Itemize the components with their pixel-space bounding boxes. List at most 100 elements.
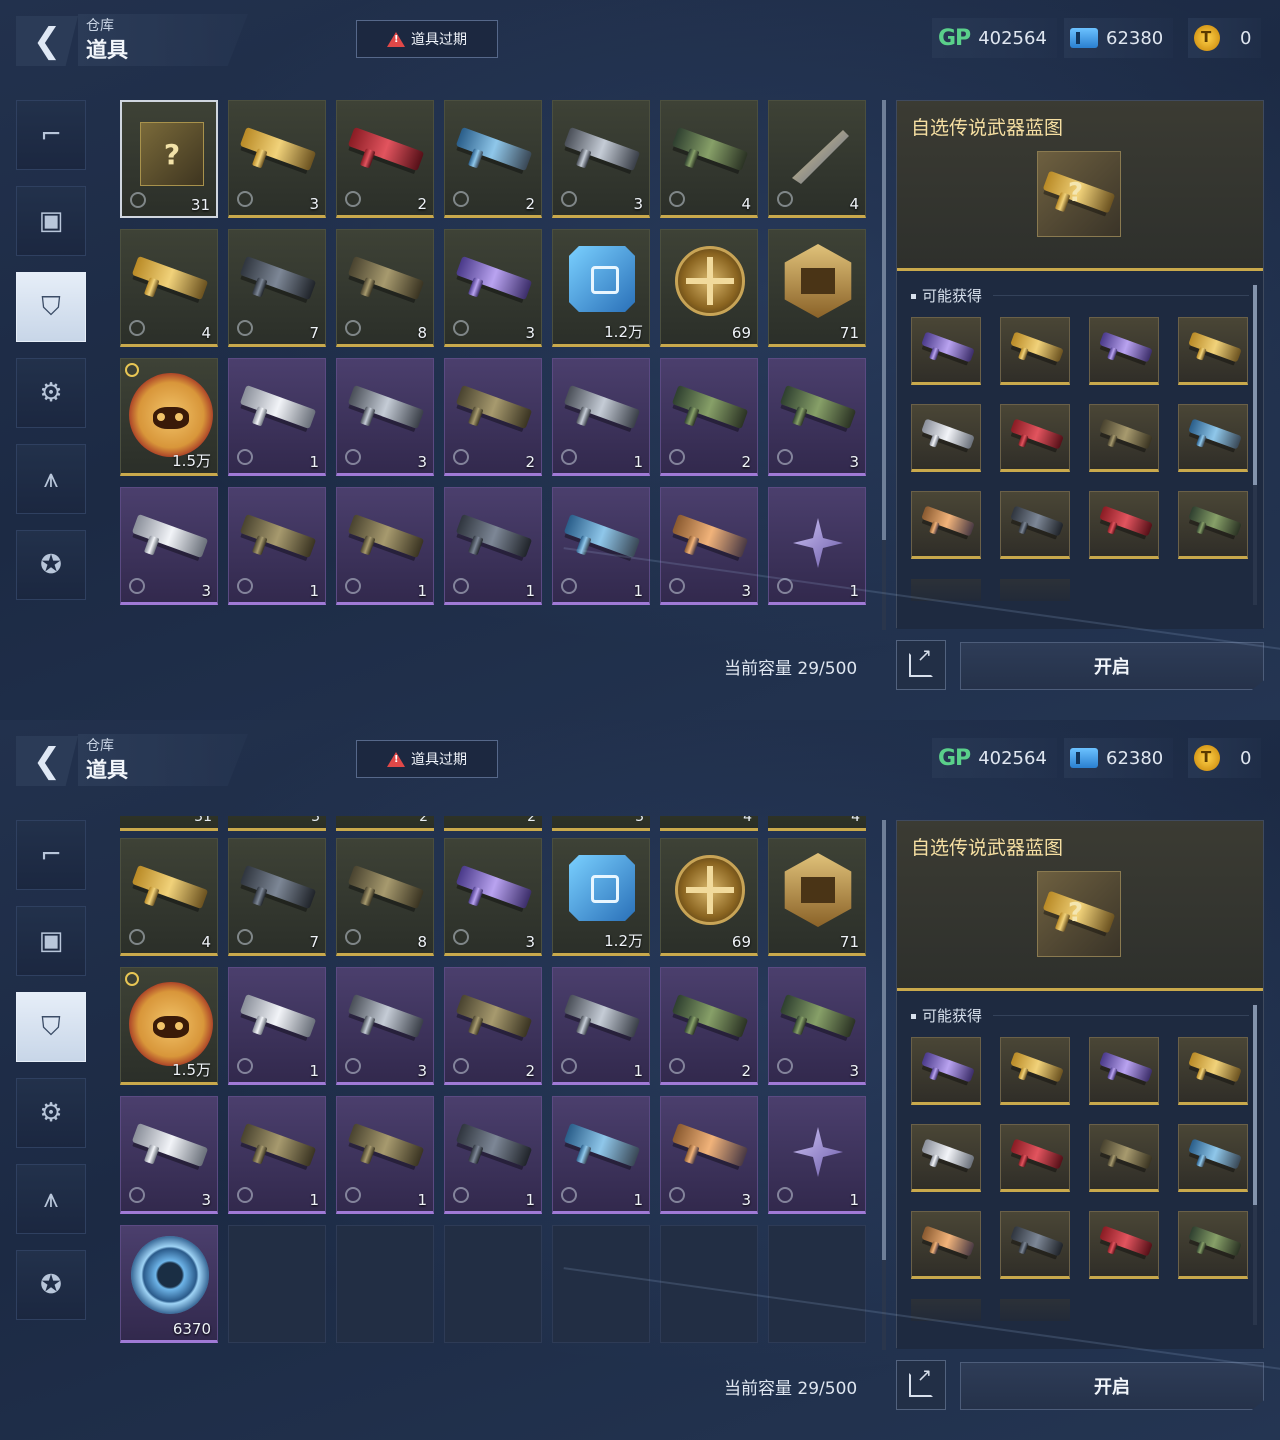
reward-item[interactable] <box>1089 1211 1159 1279</box>
sidebar-tab-4[interactable]: ⚙ <box>16 1078 86 1148</box>
inventory-item[interactable]: 4 <box>768 100 866 218</box>
reward-item[interactable] <box>1178 491 1248 559</box>
sidebar-tab-5[interactable]: ⩚ <box>16 444 86 514</box>
reward-item[interactable] <box>1000 491 1070 559</box>
inventory-item[interactable]: 8 <box>336 838 434 956</box>
inventory-item[interactable]: 71 <box>768 229 866 347</box>
reward-item[interactable] <box>1089 491 1159 559</box>
reward-item[interactable] <box>1089 317 1159 385</box>
inventory-item[interactable]: 69 <box>660 229 758 347</box>
inventory-item-partial[interactable]: 2 <box>444 816 542 831</box>
reward-item[interactable] <box>1178 317 1248 385</box>
reward-item[interactable] <box>1178 404 1248 472</box>
inventory-item[interactable]: 2 <box>660 358 758 476</box>
sidebar-tab-2[interactable]: ▣ <box>16 186 86 256</box>
inventory-item[interactable]: 8 <box>336 229 434 347</box>
inventory-item-partial[interactable]: 3 <box>552 816 650 831</box>
reward-item[interactable] <box>1000 1037 1070 1105</box>
inventory-item[interactable]: 6370 <box>120 1225 218 1343</box>
inventory-item[interactable]: 1 <box>768 487 866 605</box>
inventory-item-partial[interactable]: 2 <box>336 816 434 831</box>
open-button[interactable]: 开启 <box>960 1362 1264 1410</box>
inventory-item-partial[interactable]: 4 <box>768 816 866 831</box>
inventory-item[interactable]: 3 <box>660 487 758 605</box>
inventory-scrollbar[interactable] <box>882 820 886 1350</box>
reward-item[interactable] <box>1178 1037 1248 1105</box>
sidebar-tab-6[interactable]: ✪ <box>16 530 86 600</box>
reward-item[interactable] <box>1000 404 1070 472</box>
inventory-item[interactable]: 1 <box>228 967 326 1085</box>
inventory-item[interactable]: 1 <box>228 1096 326 1214</box>
sidebar-tab-1[interactable]: ⌐ <box>16 100 86 170</box>
inventory-item[interactable]: 3 <box>660 1096 758 1214</box>
inventory-item[interactable]: 3 <box>768 358 866 476</box>
reward-item[interactable] <box>1089 1037 1159 1105</box>
inventory-item[interactable]: 1.2万 <box>552 838 650 956</box>
inventory-item[interactable]: 1 <box>336 487 434 605</box>
sidebar-tab-3[interactable]: ⛉ <box>16 272 86 342</box>
inventory-item[interactable]: ? 31 <box>120 100 218 218</box>
expired-items-button[interactable]: 道具过期 <box>356 740 498 778</box>
reward-item[interactable] <box>911 317 981 385</box>
inventory-item[interactable]: 3 <box>552 100 650 218</box>
inventory-item[interactable]: 1 <box>336 1096 434 1214</box>
inventory-item[interactable]: 3 <box>768 967 866 1085</box>
reward-item[interactable] <box>911 1124 981 1192</box>
inventory-item[interactable]: 1 <box>552 967 650 1085</box>
sidebar-tab-1[interactable]: ⌐ <box>16 820 86 890</box>
rewards-scrollbar[interactable] <box>1253 285 1257 605</box>
reward-item[interactable] <box>911 491 981 559</box>
reward-item[interactable] <box>1000 1124 1070 1192</box>
inventory-item[interactable]: 1 <box>228 358 326 476</box>
inventory-item[interactable]: 1 <box>768 1096 866 1214</box>
inventory-item[interactable]: 1 <box>444 487 542 605</box>
sidebar-tab-6[interactable]: ✪ <box>16 1250 86 1320</box>
inventory-item[interactable]: 1 <box>552 358 650 476</box>
sidebar-tab-4[interactable]: ⚙ <box>16 358 86 428</box>
back-button[interactable]: ❮ <box>16 736 78 786</box>
share-button[interactable] <box>896 1360 946 1410</box>
inventory-item-partial[interactable]: 31 <box>120 816 218 831</box>
sidebar-tab-5[interactable]: ⩚ <box>16 1164 86 1234</box>
inventory-item[interactable]: 4 <box>120 838 218 956</box>
inventory-item[interactable]: 2 <box>336 100 434 218</box>
inventory-item[interactable]: 3 <box>228 100 326 218</box>
inventory-item[interactable]: 71 <box>768 838 866 956</box>
open-button[interactable]: 开启 <box>960 642 1264 690</box>
inventory-scrollbar[interactable] <box>882 100 886 630</box>
inventory-item-partial[interactable]: 4 <box>660 816 758 831</box>
inventory-item[interactable]: 2 <box>444 358 542 476</box>
inventory-item[interactable]: 1.5万 <box>120 358 218 476</box>
inventory-item-partial[interactable]: 3 <box>228 816 326 831</box>
inventory-item[interactable]: 1 <box>552 1096 650 1214</box>
share-button[interactable] <box>896 640 946 690</box>
inventory-item[interactable]: 3 <box>444 229 542 347</box>
inventory-item[interactable]: 69 <box>660 838 758 956</box>
reward-item[interactable] <box>911 1037 981 1105</box>
inventory-item[interactable]: 1 <box>444 1096 542 1214</box>
inventory-item[interactable]: 1.5万 <box>120 967 218 1085</box>
inventory-item[interactable]: 4 <box>660 100 758 218</box>
sidebar-tab-2[interactable]: ▣ <box>16 906 86 976</box>
inventory-item[interactable]: 1.2万 <box>552 229 650 347</box>
back-button[interactable]: ❮ <box>16 16 78 66</box>
inventory-item[interactable]: 2 <box>444 100 542 218</box>
inventory-item[interactable]: 3 <box>120 1096 218 1214</box>
reward-item[interactable] <box>1178 1211 1248 1279</box>
reward-item[interactable] <box>1089 404 1159 472</box>
inventory-item[interactable]: 7 <box>228 229 326 347</box>
reward-item[interactable] <box>911 1211 981 1279</box>
inventory-item[interactable]: 3 <box>336 358 434 476</box>
reward-item[interactable] <box>1000 1211 1070 1279</box>
reward-item[interactable] <box>1089 1124 1159 1192</box>
reward-item[interactable] <box>911 404 981 472</box>
inventory-item[interactable]: 1 <box>552 487 650 605</box>
expired-items-button[interactable]: 道具过期 <box>356 20 498 58</box>
reward-item[interactable] <box>1000 317 1070 385</box>
inventory-item[interactable]: 7 <box>228 838 326 956</box>
rewards-scrollbar[interactable] <box>1253 1005 1257 1325</box>
inventory-item[interactable]: 1 <box>228 487 326 605</box>
inventory-item[interactable]: 3 <box>444 838 542 956</box>
inventory-item[interactable]: 2 <box>444 967 542 1085</box>
reward-item[interactable] <box>1178 1124 1248 1192</box>
